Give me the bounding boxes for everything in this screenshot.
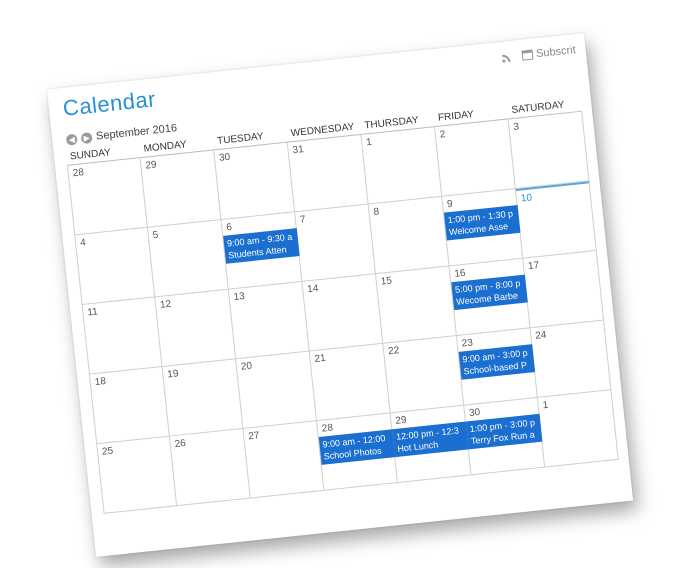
day-cell[interactable]: 8	[368, 196, 450, 275]
day-number: 11	[86, 306, 99, 319]
day-number: 20	[240, 360, 253, 373]
calendar-event[interactable]: 1:00 pm - 3:00 p Terry Fox Run a	[465, 413, 543, 450]
day-cell[interactable]: 1	[537, 390, 619, 468]
day-number: 5	[152, 229, 159, 242]
day-number: 4	[79, 237, 87, 249]
calendar-weeks: 28 29 30 31 1 2 3 4 5 6 9:00 am - 9:30 a Students A…	[67, 111, 619, 514]
day-cell[interactable]: 21	[309, 343, 391, 422]
day-number: 21	[314, 352, 327, 365]
page-title: Calendar	[61, 86, 158, 121]
day-cell[interactable]: 2	[434, 119, 516, 197]
day-number: 17	[527, 260, 540, 273]
day-number: 30	[218, 151, 231, 164]
day-cell[interactable]: 30 1:00 pm - 3:00 p Terry Fox Run a	[464, 397, 546, 476]
day-cell[interactable]: 24	[530, 320, 612, 398]
day-cell[interactable]: 31	[287, 134, 369, 213]
day-cell[interactable]: 7	[295, 204, 377, 282]
day-cell[interactable]: 29 12:00 pm - 12:3 Hot Lunch	[390, 405, 472, 483]
next-month-button[interactable]: ▶	[80, 131, 93, 144]
day-cell[interactable]: 4	[74, 227, 156, 306]
day-number: 31	[292, 144, 305, 157]
day-number: 26	[174, 437, 187, 451]
day-cell[interactable]: 5	[147, 219, 229, 298]
day-number: 1	[365, 136, 373, 149]
day-cell[interactable]: 13	[228, 281, 310, 360]
calendar-event[interactable]: 9:00 am - 3:00 p School-based P	[458, 344, 536, 380]
day-number: 22	[387, 345, 400, 358]
day-number: 7	[299, 214, 307, 226]
calendar-event[interactable]: 9:00 am - 12:00 School Photos	[318, 429, 396, 465]
day-cell[interactable]: 26	[169, 428, 251, 507]
calendar-event[interactable]: 12:00 pm - 12:3 Hot Lunch	[392, 421, 469, 458]
day-cell[interactable]: 30	[214, 142, 296, 220]
day-number: 15	[380, 275, 393, 288]
day-cell[interactable]: 28 9:00 am - 12:00 School Photos	[317, 413, 398, 491]
day-cell[interactable]: 14	[302, 274, 384, 352]
day-number: 10	[520, 192, 533, 205]
subscribe-button[interactable]: Subscrit	[521, 44, 577, 62]
day-cell[interactable]: 18	[88, 366, 170, 445]
day-cell[interactable]: 23 9:00 am - 3:00 p School-based P	[456, 328, 538, 406]
day-cell[interactable]: 15	[376, 266, 457, 344]
day-number: 29	[144, 159, 158, 172]
day-number: 1	[542, 399, 549, 412]
day-cell[interactable]: 6 9:00 am - 9:30 a Students Atten	[221, 212, 303, 290]
calendar-event[interactable]: 9:00 am - 9:30 a Students Atten	[223, 228, 300, 264]
calendar-event[interactable]: 5:00 pm - 8:00 p Wecome Barbe	[451, 274, 528, 311]
day-cell[interactable]: 1	[361, 127, 443, 205]
prev-month-button[interactable]: ◀	[65, 133, 78, 146]
subscribe-label: Subscrit	[535, 44, 577, 61]
calendar-grid: SUNDAY MONDAY TUESDAY WEDNESDAY THURSDAY FRID…	[65, 95, 619, 514]
day-number: 24	[534, 329, 548, 342]
calendar-page: Calendar Subscrit ◀ ▶ September 2016 SUN…	[46, 33, 634, 557]
day-number: 2	[439, 129, 446, 141]
day-number: 28	[72, 167, 85, 180]
day-number: 27	[247, 430, 260, 443]
day-number: 18	[94, 375, 107, 389]
day-cell[interactable]: 9 1:00 pm - 1:30 p Welcome Asse	[442, 189, 524, 267]
day-number: 8	[372, 206, 380, 219]
day-cell[interactable]: 19	[162, 359, 244, 437]
day-cell[interactable]: 11	[81, 297, 163, 375]
day-cell[interactable]: 22	[383, 336, 465, 414]
day-cell[interactable]: 17	[523, 250, 605, 329]
day-number: 13	[233, 290, 246, 304]
calendar-icon	[521, 49, 534, 61]
day-number: 19	[166, 368, 180, 381]
day-number: 3	[512, 121, 520, 133]
day-cell[interactable]: 27	[243, 421, 325, 499]
calendar-event[interactable]: 1:00 pm - 1:30 p Welcome Asse	[443, 204, 521, 241]
day-number: 12	[159, 298, 172, 311]
day-number: 14	[306, 283, 319, 296]
day-cell[interactable]: 10	[515, 181, 597, 259]
day-cell[interactable]: 25	[96, 436, 178, 514]
day-cell[interactable]: 12	[155, 289, 237, 367]
day-cell[interactable]: 3	[508, 111, 590, 190]
day-cell[interactable]: 28	[67, 158, 148, 236]
day-cell[interactable]: 29	[140, 150, 222, 228]
subscribe-area: Subscrit	[502, 44, 577, 64]
rss-icon[interactable]	[502, 52, 513, 63]
day-cell[interactable]: 16 5:00 pm - 8:00 p Wecome Barbe	[449, 258, 531, 337]
day-cell[interactable]: 20	[236, 351, 318, 429]
day-number: 25	[101, 445, 114, 458]
